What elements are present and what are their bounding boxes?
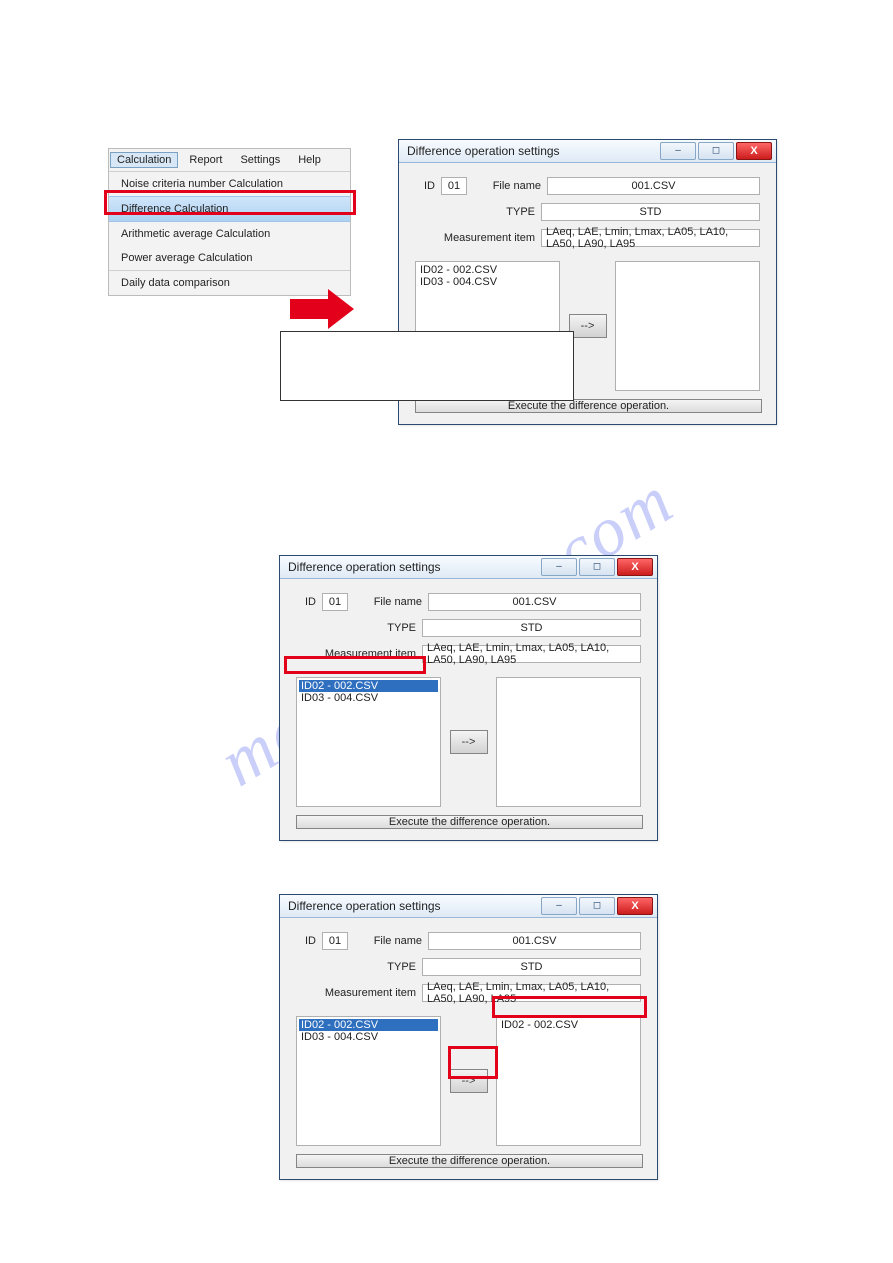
dialog-body: ID 01 File name 001.CSV TYPE STD Measure…	[280, 579, 657, 841]
window-title: Difference operation settings	[288, 899, 441, 913]
annotation-white-overlay	[280, 331, 574, 401]
label-filename: File name	[360, 935, 428, 947]
menu-help[interactable]: Help	[298, 154, 321, 166]
menu-item-arithmetic[interactable]: Arithmetic average Calculation	[109, 222, 350, 246]
execute-button[interactable]: Execute the difference operation.	[296, 815, 643, 829]
menu-settings[interactable]: Settings	[240, 154, 280, 166]
titlebar: Difference operation settings – ◻ X	[399, 140, 776, 163]
label-measurement: Measurement item	[415, 232, 541, 244]
menu-dropdown: Calculation Report Settings Help Noise c…	[108, 148, 351, 296]
listbox-target[interactable]: ID02 - 002.CSV	[496, 1016, 641, 1146]
list-item[interactable]: ID02 - 002.CSV	[418, 264, 557, 276]
list-item[interactable]: ID02 - 002.CSV	[299, 1019, 438, 1031]
close-button[interactable]: X	[736, 142, 772, 160]
titlebar: Difference operation settings – ◻ X	[280, 556, 657, 579]
listbox-source[interactable]: ID02 - 002.CSV ID03 - 004.CSV	[296, 1016, 441, 1146]
menu-item-power[interactable]: Power average Calculation	[109, 246, 350, 270]
window-title: Difference operation settings	[288, 560, 441, 574]
field-id[interactable]: 01	[322, 593, 348, 611]
listbox-target[interactable]	[615, 261, 760, 391]
field-measurement[interactable]: LAeq, LAE, Lmin, Lmax, LA05, LA10, LA50,…	[422, 645, 641, 663]
move-right-button[interactable]: -->	[569, 314, 607, 338]
annotation-highlight-menu	[104, 190, 356, 215]
minimize-button[interactable]: –	[541, 558, 577, 576]
annotation-highlight-target-item	[492, 996, 647, 1018]
titlebar: Difference operation settings – ◻ X	[280, 895, 657, 918]
field-filename[interactable]: 001.CSV	[428, 593, 641, 611]
dialog-diff-settings-2: Difference operation settings – ◻ X ID 0…	[279, 555, 658, 841]
window-buttons: – ◻ X	[541, 558, 653, 576]
execute-button[interactable]: Execute the difference operation.	[415, 399, 762, 413]
minimize-button[interactable]: –	[660, 142, 696, 160]
minimize-button[interactable]: –	[541, 897, 577, 915]
field-id[interactable]: 01	[322, 932, 348, 950]
field-id[interactable]: 01	[441, 177, 467, 195]
window-buttons: – ◻ X	[541, 897, 653, 915]
listbox-target[interactable]	[496, 677, 641, 807]
list-item[interactable]: ID02 - 002.CSV	[299, 680, 438, 692]
field-type[interactable]: STD	[541, 203, 760, 221]
label-type: TYPE	[296, 961, 422, 973]
menu-bar: Calculation Report Settings Help Noise c…	[108, 148, 351, 296]
close-button[interactable]: X	[617, 558, 653, 576]
menu-bar-row: Calculation Report Settings Help	[109, 149, 350, 172]
label-id: ID	[415, 180, 441, 192]
menu-report[interactable]: Report	[189, 154, 222, 166]
listbox-source[interactable]: ID02 - 002.CSV ID03 - 004.CSV	[296, 677, 441, 807]
close-button[interactable]: X	[617, 897, 653, 915]
maximize-button[interactable]: ◻	[698, 142, 734, 160]
annotation-highlight-source-item	[284, 656, 426, 674]
dialog-diff-settings-3: Difference operation settings – ◻ X ID 0…	[279, 894, 658, 1180]
list-item[interactable]: ID02 - 002.CSV	[499, 1019, 638, 1031]
field-filename[interactable]: 001.CSV	[428, 932, 641, 950]
move-right-button[interactable]: -->	[450, 730, 488, 754]
maximize-button[interactable]: ◻	[579, 897, 615, 915]
field-type[interactable]: STD	[422, 958, 641, 976]
menu-item-daily[interactable]: Daily data comparison	[109, 270, 350, 295]
label-filename: File name	[479, 180, 547, 192]
menu-calculation[interactable]: Calculation	[110, 152, 178, 168]
window-buttons: – ◻ X	[660, 142, 772, 160]
list-item[interactable]: ID03 - 004.CSV	[299, 1031, 438, 1043]
label-type: TYPE	[296, 622, 422, 634]
label-id: ID	[296, 935, 322, 947]
label-filename: File name	[360, 596, 428, 608]
label-measurement: Measurement item	[296, 987, 422, 999]
field-type[interactable]: STD	[422, 619, 641, 637]
label-type: TYPE	[415, 206, 541, 218]
execute-button[interactable]: Execute the difference operation.	[296, 1154, 643, 1168]
document-page: manualshive.com Calculation Report Setti…	[0, 0, 893, 1263]
list-item[interactable]: ID03 - 004.CSV	[299, 692, 438, 704]
field-measurement[interactable]: LAeq, LAE, Lmin, Lmax, LA05, LA10, LA50,…	[541, 229, 760, 247]
maximize-button[interactable]: ◻	[579, 558, 615, 576]
list-item[interactable]: ID03 - 004.CSV	[418, 276, 557, 288]
field-filename[interactable]: 001.CSV	[547, 177, 760, 195]
window-title: Difference operation settings	[407, 144, 560, 158]
label-id: ID	[296, 596, 322, 608]
annotation-highlight-arrow-btn	[448, 1046, 498, 1079]
